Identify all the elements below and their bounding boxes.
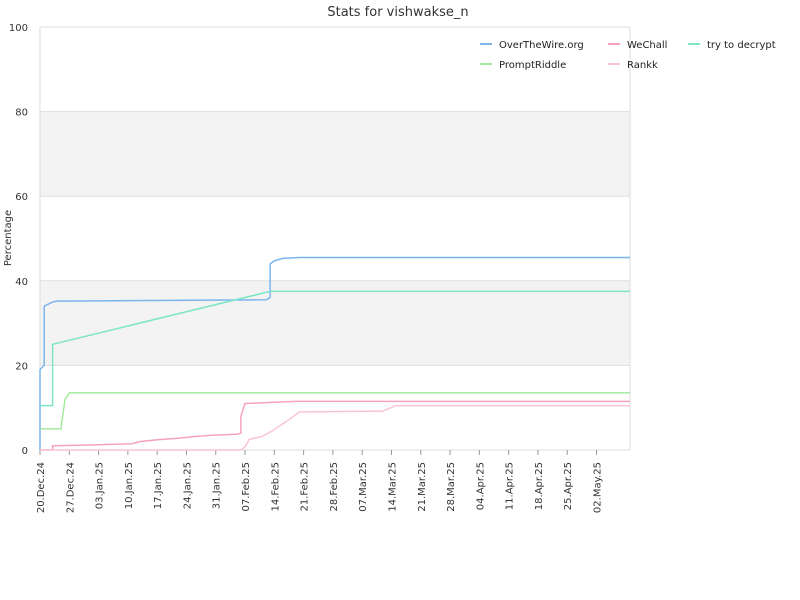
x-tick-label: 03.Jan.25	[95, 462, 106, 509]
legend-label: Rankk	[627, 60, 658, 71]
x-tick-label: 20.Dec.24	[36, 462, 47, 513]
x-tick-label: 21.Feb.25	[300, 462, 311, 512]
x-tick-label: 07.Mar.25	[358, 462, 369, 512]
x-tick-label: 14.Feb.25	[270, 462, 281, 512]
x-tick-label: 04.Apr.25	[475, 462, 486, 510]
chart: 0 20 40 60 80 100 20.Dec.24 27.Dec.24 03.Jan.25…	[3, 5, 776, 513]
y-tick-label: 40	[15, 277, 28, 288]
plot-band	[40, 111, 630, 197]
x-axis: 20.Dec.24 27.Dec.24 03.Jan.25 10.Jan.25 17.J…	[36, 450, 604, 513]
y-axis-label: Percentage	[3, 210, 14, 266]
y-tick-label: 100	[9, 23, 28, 34]
y-tick-label: 0	[22, 446, 28, 457]
plot-band	[40, 365, 630, 450]
x-tick-label: 02.May.25	[593, 462, 604, 513]
x-tick-label: 14.Mar.25	[387, 462, 398, 512]
legend-label: WeChall	[627, 40, 667, 51]
plot-band	[40, 196, 630, 281]
x-tick-label: 31.Jan.25	[212, 462, 223, 509]
x-tick-label: 10.Jan.25	[124, 462, 135, 509]
plot-background	[40, 27, 630, 450]
x-tick-label: 21.Mar.25	[417, 462, 428, 512]
x-tick-label: 28.Feb.25	[329, 462, 340, 512]
x-tick-label: 27.Dec.24	[65, 462, 76, 513]
x-tick-label: 24.Jan.25	[182, 462, 193, 509]
x-tick-label: 11.Apr.25	[505, 462, 516, 510]
legend-label: OverTheWire.org	[499, 40, 584, 51]
legend-label: try to decrypt	[707, 40, 776, 51]
x-tick-label: 28.Mar.25	[446, 462, 457, 512]
y-tick-label: 60	[15, 192, 28, 203]
x-tick-label: 07.Feb.25	[241, 462, 252, 512]
y-tick-label: 80	[15, 108, 28, 119]
plot-band	[40, 280, 630, 366]
chart-title: Stats for vishwakse_n	[327, 5, 468, 20]
y-tick-label: 20	[15, 361, 28, 372]
x-tick-label: 17.Jan.25	[153, 462, 164, 509]
x-tick-label: 25.Apr.25	[563, 462, 574, 510]
x-tick-label: 18.Apr.25	[534, 462, 545, 510]
legend-label: PromptRiddle	[499, 60, 566, 71]
